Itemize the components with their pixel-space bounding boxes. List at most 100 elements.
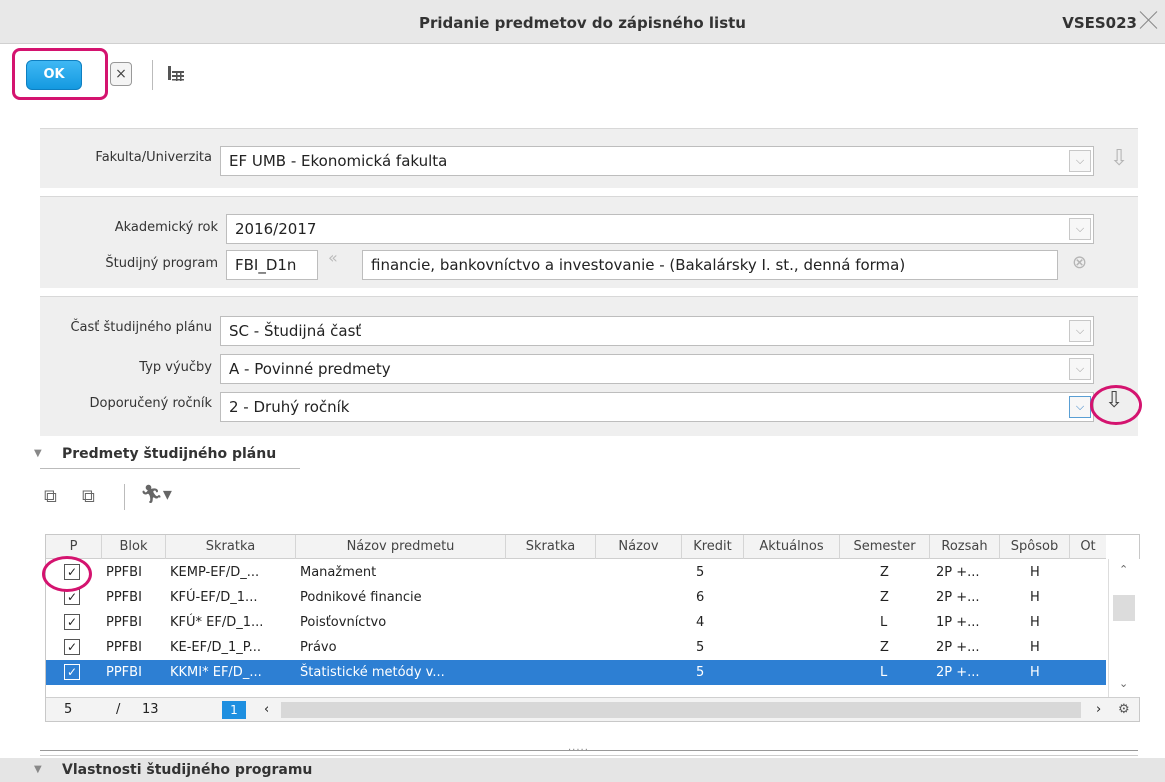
program-lookup-icon[interactable]: « [328,248,338,267]
cell-skratka: KFÚ* EF/D_1... [170,615,264,630]
cell-sposob: H [1030,665,1040,680]
faculty-dropdown-chevron-icon[interactable]: ⌵ [1069,150,1091,172]
year-field[interactable]: 2016/2017 [226,214,1094,244]
table-settings-icon[interactable] [166,63,186,88]
col-header-nazov[interactable]: Názov [596,535,682,559]
vertical-scroll-thumb[interactable] [1113,595,1135,621]
cell-semester: L [880,665,888,680]
cell-kredit: 5 [696,665,705,680]
horizontal-scroll-thumb[interactable] [281,702,1081,718]
cell-sposob: H [1030,615,1040,630]
cell-kredit: 5 [696,565,705,580]
cell-blok: PPFBI [106,590,142,605]
cell-kredit: 5 [696,640,705,655]
faculty-label: Fakulta/Univerzita [95,150,212,165]
ok-button[interactable]: OK [26,60,82,90]
year-dropdown-chevron-icon[interactable]: ⌵ [1069,218,1091,240]
teaching-type-dropdown-chevron-icon[interactable]: ⌵ [1069,358,1091,380]
cell-skratka: KKMI* EF/D_... [170,665,262,680]
col-header-blok[interactable]: Blok [102,535,166,559]
plan-part-field[interactable]: SC - Študijná časť [220,316,1094,346]
cell-rozsah: 2P +... [936,590,980,605]
collapse-triangle-icon[interactable]: ▼ [34,764,42,775]
cell-nazov: Poisťovníctvo [300,615,387,630]
close-icon[interactable] [1137,8,1161,32]
scroll-up-icon[interactable]: ⌃ [1119,563,1128,576]
cell-sposob: H [1030,565,1040,580]
scroll-right-icon[interactable]: › [1096,700,1101,720]
table-row[interactable]: ✓ PPFBI KFÚ* EF/D_1... Poisťovníctvo 4 L… [46,610,1106,635]
recommended-year-dropdown-chevron-icon[interactable]: ⌵ [1069,396,1091,418]
plan-part-dropdown-chevron-icon[interactable]: ⌵ [1069,320,1091,342]
table-row[interactable]: ✓ PPFBI KE-EF/D_1_P... Právo 5 Z 2P +...… [46,635,1106,660]
cell-sposob: H [1030,590,1040,605]
col-header-skratka[interactable]: Skratka [166,535,296,559]
plan-part-label: Časť študijného plánu [70,320,212,335]
col-header-aktualnost[interactable]: Aktuálnos [744,535,840,559]
section-underline [40,468,300,469]
col-header-check[interactable]: P [46,535,102,559]
cell-skratka: KFÚ-EF/D_1... [170,590,258,605]
collapse-triangle-icon[interactable]: ▼ [34,448,42,459]
apply-filter-highlight [1090,385,1142,425]
cell-semester: Z [880,590,889,605]
teaching-type-field[interactable]: A - Povinné predmety [220,354,1094,384]
checkbox-highlight [42,556,92,592]
col-header-ot[interactable]: Ot [1070,535,1106,559]
teaching-type-label: Typ výučby [139,360,212,375]
deselect-all-icon[interactable]: ⧉ [82,486,95,507]
cell-rozsah: 2P +... [936,640,980,655]
cell-rozsah: 1P +... [936,615,980,630]
pager-separator: / [116,702,121,717]
select-all-icon[interactable]: ⧉ [44,486,57,507]
table-row[interactable]: ✓ PPFBI KFÚ-EF/D_1... Podnikové financie… [46,585,1106,610]
row-checkbox[interactable]: ✓ [64,664,80,680]
col-header-kredit[interactable]: Kredit [682,535,744,559]
cell-skratka: KEMP-EF/D_... [170,565,260,580]
cell-nazov: Štatistické metódy v... [300,665,445,680]
cancel-button[interactable]: × [110,62,132,86]
cell-skratka: KE-EF/D_1_P... [170,640,261,655]
splitter-grip-icon[interactable]: ····· [568,745,589,756]
table-pager: 5 / 13 1 ‹ › ⚙ [46,697,1139,721]
scroll-down-icon[interactable]: ⌄ [1119,677,1128,690]
pane-splitter[interactable]: ····· [40,745,1138,756]
cell-blok: PPFBI [106,640,142,655]
cell-semester: L [880,615,888,630]
program-code-field[interactable]: FBI_D1n [226,250,318,280]
pager-current-row: 5 [64,702,73,717]
program-clear-icon[interactable]: ⊗ [1072,252,1087,273]
faculty-field[interactable]: EF UMB - Ekonomická fakulta [220,146,1094,176]
cell-blok: PPFBI [106,565,142,580]
row-checkbox[interactable]: ✓ [64,614,80,630]
cell-blok: PPFBI [106,615,142,630]
row-checkbox[interactable]: ✓ [64,639,80,655]
cell-rozsah: 2P +... [936,565,980,580]
table-row-selected[interactable]: ✓ PPFBI KKMI* EF/D_... Štatistické metód… [46,660,1106,685]
grid-toolbar-separator [124,484,125,510]
col-header-semester[interactable]: Semester [840,535,930,559]
cell-kredit: 4 [696,615,705,630]
subjects-section-title: Predmety študijného plánu [62,446,277,462]
gear-icon[interactable]: ⚙ [1118,700,1130,720]
recommended-year-label: Doporučený ročník [89,396,212,411]
vertical-scrollbar[interactable]: ⌃ ⌄ [1108,559,1140,697]
recommended-year-field[interactable]: 2 - Druhý ročník [220,392,1094,422]
pager-page-button[interactable]: 1 [222,701,246,719]
faculty-download-icon[interactable]: ⇩ [1110,146,1128,171]
col-header-skratka-2[interactable]: Skratka [506,535,596,559]
col-header-sposob[interactable]: Spôsob [1000,535,1070,559]
window-title: Pridanie predmetov do zápisného listu [419,14,746,32]
run-action-icon[interactable]: 🏃︎▾ [140,484,172,505]
toolbar-separator [152,60,153,90]
year-label: Akademický rok [114,220,218,235]
scroll-left-icon[interactable]: ‹ [264,700,269,720]
col-header-nazov-predmetu[interactable]: Názov predmetu [296,535,506,559]
program-name-field: financie, bankovníctvo a investovanie - … [362,250,1058,280]
window-code: VSES023 [1062,14,1137,32]
table-row[interactable]: ✓ PPFBI KEMP-EF/D_... Manažment 5 Z 2P +… [46,560,1106,585]
table-header: P Blok Skratka Názov predmetu Skratka Ná… [46,535,1106,559]
cell-kredit: 6 [696,590,705,605]
col-header-rozsah[interactable]: Rozsah [930,535,1000,559]
cell-semester: Z [880,565,889,580]
